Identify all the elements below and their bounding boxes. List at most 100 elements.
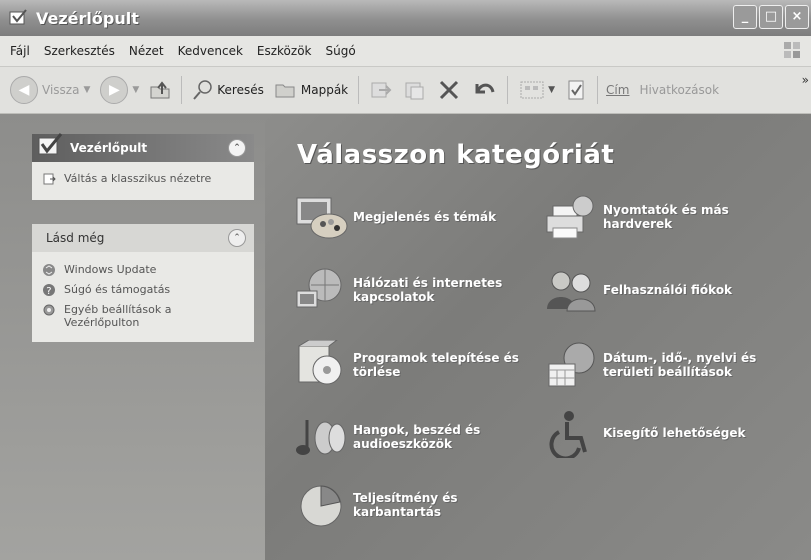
control-panel-task-pane: Vezérlőpult ⌃ Váltás a klasszikus nézetr… — [32, 133, 254, 200]
menu-favorites[interactable]: Kedvencek — [178, 44, 243, 58]
date-time-icon — [548, 342, 595, 387]
collapse-icon[interactable]: ⌃ — [228, 229, 246, 247]
views-icon — [520, 81, 544, 99]
move-to-icon — [371, 82, 392, 98]
toolbar-separator — [358, 76, 360, 104]
switch-classic-view-link[interactable]: Váltás a klasszikus nézetre — [32, 162, 254, 200]
settings-icon — [43, 304, 55, 316]
sidebar: Vezérlőpult ⌃ Váltás a klasszikus nézetr… — [0, 114, 265, 560]
delete-button[interactable] — [437, 73, 461, 107]
menu-file[interactable]: Fájl — [10, 44, 30, 58]
see-also-item-windows-update[interactable]: Windows Update — [32, 260, 254, 280]
maximize-button[interactable]: □ — [759, 5, 783, 29]
views-button[interactable]: ▼ — [518, 73, 555, 107]
toolbar-separator — [507, 76, 509, 104]
toolbar-overflow-button[interactable]: » — [802, 73, 809, 87]
see-also-task-pane: Lásd még ⌃ Windows Update ? Súgó és támo… — [32, 224, 254, 342]
panel-header[interactable]: Lásd még ⌃ — [32, 224, 254, 252]
category-label: Felhasználói fiókok — [603, 283, 733, 297]
category-add-remove-programs[interactable]: Programok telepítése és törlése — [293, 340, 528, 390]
back-arrow-icon: ◀ — [10, 76, 38, 104]
forward-button[interactable]: ▶ ▼ — [100, 73, 139, 107]
category-label: Megjelenés és témák — [353, 210, 497, 224]
performance-icon — [300, 485, 342, 527]
page-title: Válasszon kategóriát — [297, 140, 615, 170]
toolbar-separator — [597, 76, 599, 104]
close-button[interactable]: × — [785, 5, 809, 29]
delete-icon — [440, 80, 459, 100]
move-to-button[interactable] — [369, 73, 393, 107]
copy-to-button[interactable] — [403, 73, 427, 107]
folders-icon — [275, 84, 295, 98]
back-dropdown-icon[interactable]: ▼ — [83, 85, 90, 95]
printer-icon — [546, 195, 594, 239]
undo-icon — [475, 83, 495, 94]
back-button[interactable]: ◀ Vissza ▼ — [10, 73, 90, 107]
see-also-item-help[interactable]: ? Súgó és támogatás — [32, 280, 254, 300]
category-label: Dátum-, idő-, nyelvi és területi beállít… — [603, 351, 757, 379]
forward-arrow-icon: ▶ — [100, 76, 129, 104]
network-icon — [296, 268, 342, 308]
category-accessibility[interactable]: Kisegítő lehetőségek — [543, 408, 745, 458]
category-label: Teljesítmény és karbantartás — [353, 491, 458, 519]
menu-view[interactable]: Nézet — [129, 44, 164, 58]
menu-tools[interactable]: Eszközök — [257, 44, 312, 58]
links-label[interactable]: Hivatkozások — [639, 83, 719, 97]
toolbar: ◀ Vissza ▼ ▶ ▼ Keresés Mappák ▼ Cím Hiva… — [0, 67, 811, 114]
add-remove-programs-icon — [298, 340, 342, 385]
user-accounts-icon — [547, 271, 596, 312]
appearance-icon — [296, 197, 348, 239]
category-user-accounts[interactable]: Felhasználói fiókok — [543, 265, 732, 315]
windows-logo-icon — [784, 42, 800, 58]
category-appearance[interactable]: Megjelenés és témák — [293, 192, 496, 242]
control-panel-icon — [38, 133, 63, 155]
panel-title: Vezérlőpult — [70, 141, 148, 155]
panel-header[interactable]: Vezérlőpult ⌃ — [32, 133, 254, 162]
search-icon — [193, 80, 213, 100]
category-date-time-language[interactable]: Dátum-, idő-, nyelvi és területi beállít… — [543, 340, 778, 390]
category-sound[interactable]: Hangok, beszéd és audioeszközök — [293, 412, 513, 462]
windows-update-icon — [43, 264, 55, 276]
properties-icon — [568, 80, 584, 100]
up-folder-icon — [150, 81, 170, 99]
category-label: Programok telepítése és törlése — [353, 351, 519, 379]
copy-to-icon — [405, 82, 424, 100]
minimize-button[interactable]: _ — [733, 5, 757, 29]
menu-bar: Fájl Szerkesztés Nézet Kedvencek Eszközö… — [0, 36, 811, 67]
search-button[interactable]: Keresés — [192, 73, 264, 107]
folders-label: Mappák — [300, 83, 349, 97]
switch-view-label: Váltás a klasszikus nézetre — [64, 172, 212, 185]
window-title: Vezérlőpult — [36, 8, 139, 28]
see-also-label: Windows Update — [64, 263, 157, 276]
undo-button[interactable] — [471, 73, 497, 107]
toolbar-separator — [181, 76, 183, 104]
control-panel-icon — [9, 9, 27, 25]
see-also-title: Lásd még — [46, 231, 105, 245]
see-also-item-other-settings[interactable]: Egyéb beállítások a Vezérlőpulton — [32, 300, 254, 332]
category-performance[interactable]: Teljesítmény és karbantartás — [293, 480, 493, 530]
up-folder-button[interactable] — [149, 73, 171, 107]
views-dropdown-icon: ▼ — [548, 85, 556, 95]
svg-text:?: ? — [46, 286, 51, 297]
category-network[interactable]: Hálózati és internetes kapcsolatok — [293, 265, 513, 315]
collapse-icon[interactable]: ⌃ — [228, 139, 246, 157]
category-label: Hálózati és internetes kapcsolatok — [353, 276, 503, 304]
category-label: Kisegítő lehetőségek — [603, 426, 746, 440]
forward-dropdown-icon: ▼ — [132, 85, 140, 95]
help-icon: ? — [43, 284, 55, 297]
title-bar: Vezérlőpult _ □ × — [0, 0, 811, 36]
menu-help[interactable]: Súgó — [326, 44, 356, 58]
back-label: Vissza — [42, 83, 80, 97]
sound-icon — [296, 420, 346, 455]
properties-button[interactable] — [565, 73, 587, 107]
search-label: Keresés — [217, 83, 264, 97]
category-printers-hardware[interactable]: Nyomtatók és más hardverek — [543, 192, 753, 242]
category-label: Hangok, beszéd és audioeszközök — [353, 423, 481, 451]
menu-edit[interactable]: Szerkesztés — [44, 44, 115, 58]
address-label: Cím — [606, 83, 630, 97]
category-label: Nyomtatók és más hardverek — [603, 203, 729, 231]
see-also-label: Súgó és támogatás — [64, 283, 171, 296]
folders-button[interactable]: Mappák — [274, 73, 348, 107]
see-also-label: Egyéb beállítások a Vezérlőpulton — [64, 303, 172, 329]
switch-view-icon — [43, 173, 56, 185]
